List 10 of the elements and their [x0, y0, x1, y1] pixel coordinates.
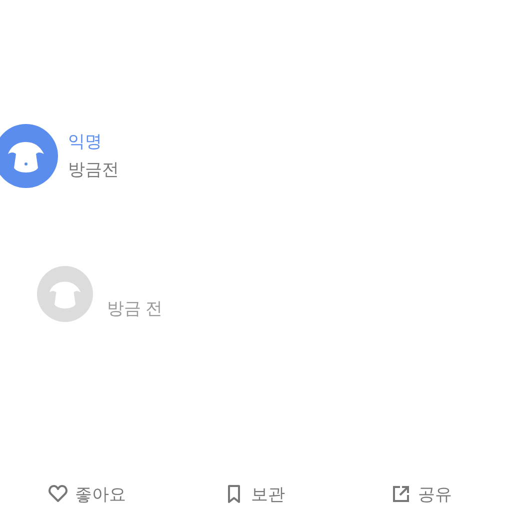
like-button[interactable]: 좋아요 — [48, 482, 126, 507]
share-button[interactable]: 공유 — [391, 482, 452, 507]
avatar-icon — [0, 124, 58, 188]
comment-time: 방금 전 — [107, 298, 163, 320]
share-icon — [391, 484, 411, 504]
heart-icon — [48, 484, 68, 504]
bookmark-button[interactable]: 보관 — [224, 482, 285, 507]
avatar-icon — [37, 266, 93, 322]
post-time: 방금전 — [68, 159, 119, 181]
author-name: 익명 — [68, 131, 103, 153]
